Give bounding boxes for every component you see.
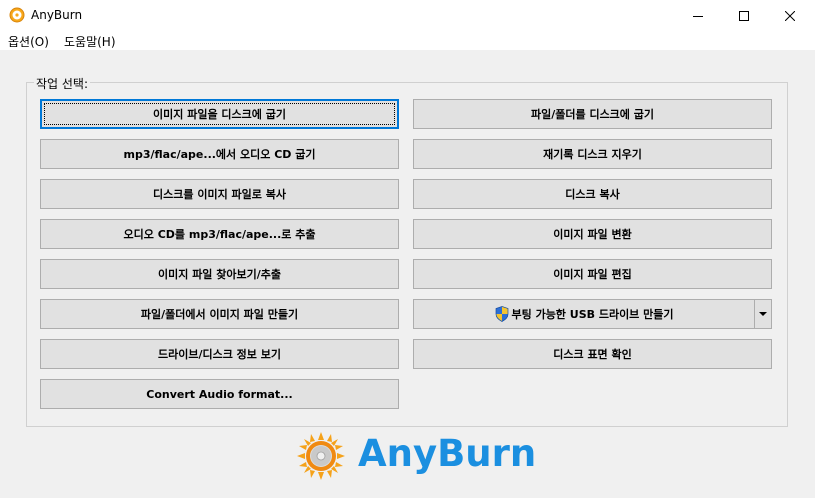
burn-audio-cd-button[interactable]: mp3/flac/ape...에서 오디오 CD 굽기 [40,139,399,169]
bootable-usb-dropdown-button[interactable] [754,299,772,329]
create-bootable-usb-button[interactable]: 부팅 가능한 USB 드라이브 만들기 [413,299,755,329]
burn-image-to-disc-button[interactable]: 이미지 파일을 디스크에 굽기 [40,99,399,129]
drive-disc-info-button[interactable]: 드라이브/디스크 정보 보기 [40,339,399,369]
uac-shield-icon [495,306,508,322]
minimize-icon [693,15,703,17]
edit-image-button[interactable]: 이미지 파일 편집 [413,259,772,289]
close-icon [785,10,795,21]
minimize-button[interactable] [675,0,721,31]
close-button[interactable] [767,0,813,31]
window-title: AnyBurn [31,8,83,22]
rip-audio-cd-button[interactable]: 오디오 CD를 mp3/flac/ape...로 추출 [40,219,399,249]
title-bar: AnyBurn [0,0,815,31]
maximize-icon [739,10,749,21]
burn-files-to-disc-button[interactable]: 파일/폴더를 디스크에 굽기 [413,99,772,129]
maximize-button[interactable] [721,0,767,31]
dropdown-arrow-icon [759,311,767,316]
create-image-from-files-button[interactable]: 파일/폴더에서 이미지 파일 만들기 [40,299,399,329]
erase-rewritable-disc-button[interactable]: 재기록 디스크 지우기 [413,139,772,169]
convert-image-button[interactable]: 이미지 파일 변환 [413,219,772,249]
copy-disc-to-image-button[interactable]: 디스크를 이미지 파일로 복사 [40,179,399,209]
convert-audio-format-button[interactable]: Convert Audio format... [40,379,399,409]
app-icon [9,7,25,23]
menu-bar: 옵션(O) 도움말(H) [0,31,815,50]
anyburn-logo-icon [297,432,345,480]
logo-text: AnyBurn [358,432,537,475]
copy-disc-button[interactable]: 디스크 복사 [413,179,772,209]
browse-extract-image-button[interactable]: 이미지 파일 찾아보기/추출 [40,259,399,289]
menu-options[interactable]: 옵션(O) [8,33,49,50]
menu-help[interactable]: 도움말(H) [64,33,116,50]
group-label: 작업 선택: [34,75,91,92]
disc-surface-check-button[interactable]: 디스크 표면 확인 [413,339,772,369]
create-bootable-usb-label: 부팅 가능한 USB 드라이브 만들기 [511,308,674,321]
task-groupbox [26,82,788,427]
